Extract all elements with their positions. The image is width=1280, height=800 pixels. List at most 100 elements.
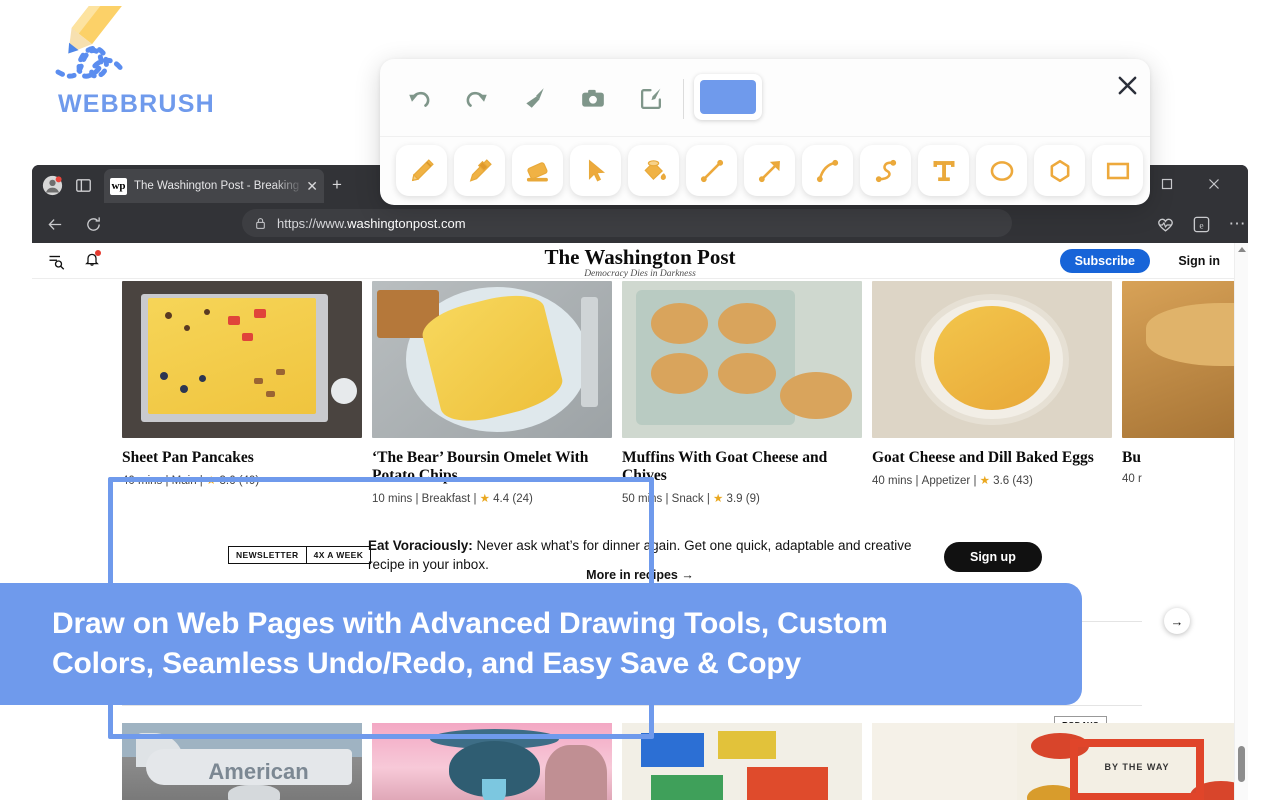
recipe-card[interactable]: Bu 40 r: [1122, 281, 1248, 485]
article-card[interactable]: [622, 723, 862, 800]
edge-browser-icon: e: [1193, 216, 1209, 232]
recipe-photo: [372, 281, 612, 438]
article-card[interactable]: BY THE WAY By The Way: [1017, 723, 1248, 800]
rectangle-icon: [1106, 162, 1129, 179]
profile-button[interactable]: [40, 173, 64, 197]
recipe-time: 10 mins: [372, 492, 413, 505]
recipe-rating: 4.4: [493, 492, 510, 505]
hamburger-search-icon: [49, 255, 65, 270]
tabs-panel-button[interactable]: [72, 174, 94, 196]
close-x-icon: [1118, 76, 1136, 94]
wp-tagline: Democracy Dies in Darkness: [584, 269, 696, 279]
recipe-title[interactable]: ‘The Bear’ Boursin Omelet With Potato Ch…: [372, 449, 612, 485]
recipe-meta: 40 mins | Appetizer | ★ 3.6 (43): [872, 474, 1033, 487]
browser-address-bar: https://www.washingtonpost.com e ⋯: [32, 203, 1248, 243]
page-scrollbar[interactable]: [1234, 243, 1248, 800]
window-close-button[interactable]: [1199, 173, 1229, 195]
arrow-right-icon: →: [1170, 613, 1184, 629]
redo-arrow-icon: [466, 91, 487, 107]
recipe-card[interactable]: Muffins With Goat Cheese and Chives 50 m…: [622, 281, 862, 505]
recipe-meta: 40 r: [1122, 473, 1248, 485]
tool-pencil[interactable]: [396, 145, 447, 196]
recipe-reviews: (43): [1012, 474, 1033, 487]
new-tab-button[interactable]: +: [332, 175, 342, 195]
toolbar-top-row: [380, 59, 1150, 137]
wp-masthead: The Washington Post Democracy Dies in Da…: [545, 245, 736, 279]
clear-canvas-button[interactable]: [513, 77, 557, 119]
signin-link[interactable]: Sign in: [1178, 254, 1220, 268]
camera-icon: [582, 89, 604, 107]
edit-capture-button[interactable]: [629, 77, 673, 119]
recipe-title[interactable]: Goat Cheese and Dill Baked Eggs: [872, 449, 1112, 467]
tab-panel-icon: [75, 178, 91, 192]
tool-eraser[interactable]: [512, 145, 563, 196]
scroll-up-arrow-icon[interactable]: [1238, 247, 1246, 252]
tab-close-button[interactable]: ✕: [306, 178, 318, 195]
subscribe-button[interactable]: Subscribe: [1059, 249, 1150, 273]
recipe-card[interactable]: ‘The Bear’ Boursin Omelet With Potato Ch…: [372, 281, 612, 505]
more-in-recipes-link[interactable]: More in recipes →: [586, 568, 694, 582]
svg-text:e: e: [1199, 221, 1203, 231]
redo-button[interactable]: [455, 77, 499, 119]
more-button[interactable]: ⋯: [1224, 211, 1248, 237]
recipe-reviews: (24): [512, 492, 533, 505]
curve-icon: [816, 159, 838, 182]
recipe-carousel: Sheet Pan Pancakes 40 mins | Main | ★ 3.…: [32, 279, 1248, 505]
undo-button[interactable]: [397, 77, 441, 119]
pencil-icon: [411, 158, 434, 181]
promo-line-2: Colors, Seamless Undo/Redo, and Easy Sav…: [52, 647, 801, 680]
back-button[interactable]: [42, 211, 68, 237]
drawing-toolbar: [380, 59, 1150, 205]
screenshot-button[interactable]: [571, 77, 615, 119]
tool-select[interactable]: [570, 145, 621, 196]
newsletter-badges: NEWSLETTER 4X A WEEK: [228, 546, 372, 564]
url-input[interactable]: https://www.washingtonpost.com: [242, 209, 1012, 237]
heart-pulse-icon: [1157, 218, 1173, 232]
tool-s-curve[interactable]: [860, 145, 911, 196]
eraser-icon: [526, 161, 548, 181]
carousel-next-button[interactable]: →: [1164, 608, 1190, 634]
page-viewport: The Washington Post Democracy Dies in Da…: [32, 243, 1248, 800]
recipe-card[interactable]: Sheet Pan Pancakes 40 mins | Main | ★ 3.…: [122, 281, 362, 487]
tool-text[interactable]: [918, 145, 969, 196]
edge-button[interactable]: e: [1188, 211, 1214, 237]
collections-button[interactable]: [1152, 211, 1178, 237]
tool-curve[interactable]: [802, 145, 853, 196]
article-photo: [372, 723, 612, 800]
star-icon: ★: [979, 474, 990, 487]
tool-fill[interactable]: [628, 145, 679, 196]
tool-line[interactable]: [686, 145, 737, 196]
article-card[interactable]: [372, 723, 612, 800]
newsletter-badge-frequency: 4X A WEEK: [305, 547, 371, 563]
recipe-title[interactable]: Bu: [1122, 449, 1248, 467]
back-arrow-icon: [47, 218, 61, 230]
recipe-photo: [122, 281, 362, 438]
recipe-card[interactable]: Goat Cheese and Dill Baked Eggs 40 mins …: [872, 281, 1112, 487]
reload-button[interactable]: [80, 211, 106, 237]
recipe-title[interactable]: Muffins With Goat Cheese and Chives: [622, 449, 862, 485]
lock-icon: [256, 217, 265, 229]
site-menu-button[interactable]: [48, 252, 66, 275]
color-swatch-button[interactable]: [694, 74, 762, 120]
tool-arrow[interactable]: [744, 145, 795, 196]
brand-logo: WEBBRUSH: [26, 6, 356, 126]
close-toolbar-button[interactable]: [1110, 68, 1144, 102]
recipe-reviews: (9): [745, 492, 760, 505]
scrollbar-thumb[interactable]: [1238, 746, 1245, 782]
tool-rectangle[interactable]: [1092, 145, 1143, 196]
recipe-category: Breakfast: [421, 492, 471, 505]
newsletter-signup-button[interactable]: Sign up: [944, 542, 1042, 572]
article-card[interactable]: American: [122, 723, 362, 800]
recipe-category: Appetizer: [921, 474, 971, 487]
tool-circle[interactable]: [976, 145, 1027, 196]
recipe-title[interactable]: Sheet Pan Pancakes: [122, 449, 362, 467]
recipe-rating: 3.9: [726, 492, 743, 505]
paint-bucket-icon: [643, 159, 666, 180]
tool-marker[interactable]: [454, 145, 505, 196]
browser-tab[interactable]: wp The Washington Post - Breaking ✕: [104, 169, 324, 203]
recipe-category: Snack: [671, 492, 704, 505]
circle-icon: [990, 160, 1013, 181]
s-curve-icon: [875, 159, 896, 182]
tool-polygon[interactable]: [1034, 145, 1085, 196]
window-maximize-button[interactable]: [1152, 173, 1182, 195]
